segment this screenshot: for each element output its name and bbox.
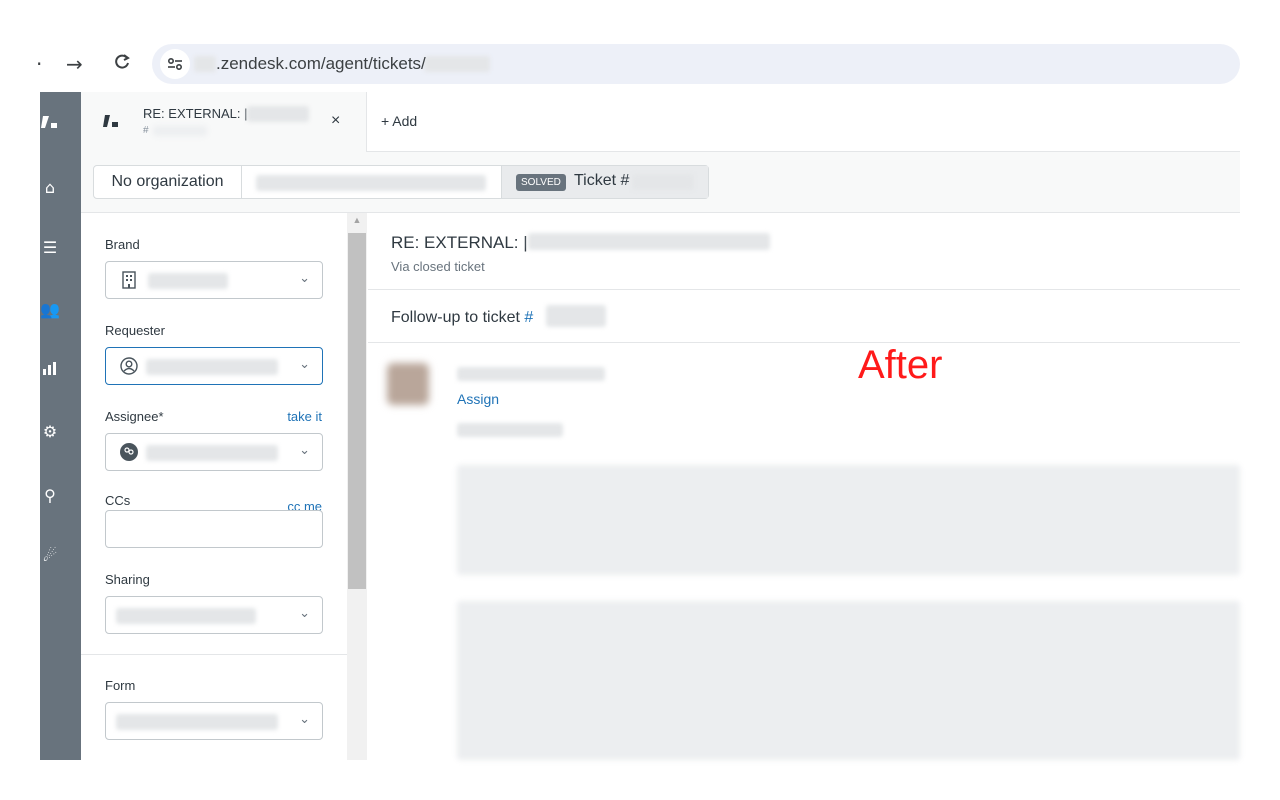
timestamp-redacted: [457, 423, 563, 437]
ticket-number-label: Ticket #: [574, 172, 630, 189]
requester-select[interactable]: ⌄: [105, 347, 323, 385]
assign-link[interactable]: Assign: [457, 391, 499, 407]
group-glyph: [124, 447, 134, 455]
chevron-down-icon: ⌄: [299, 606, 310, 621]
ticket-tab[interactable]: RE: EXTERNAL: | # ×: [81, 92, 367, 152]
scrollbar-thumb[interactable]: [348, 233, 366, 589]
brand-select[interactable]: ⌄: [105, 261, 323, 299]
workspace-tabbar: RE: EXTERNAL: | # × + Add: [81, 92, 1240, 152]
reload-glyph: [115, 54, 130, 69]
subject-redacted: [528, 233, 770, 250]
ticket-properties-panel: Brand ⌄ Requester ⌄ Assignee* take it ⌄ …: [81, 213, 367, 760]
reporting-icon[interactable]: [40, 360, 60, 380]
ticket-channel: Via closed ticket: [391, 259, 485, 274]
ticket-tab-icon: [103, 114, 121, 135]
admin-gear-icon[interactable]: ⚙: [40, 422, 60, 441]
handshake-icon[interactable]: ☄: [40, 546, 60, 565]
chevron-down-icon: ⌄: [299, 712, 310, 727]
chevron-down-icon: ⌄: [299, 357, 310, 372]
breadcrumb: No organization SOLVED Ticket #: [93, 165, 709, 199]
form-value-redacted: [116, 714, 278, 730]
section-divider: [81, 654, 347, 655]
breadcrumb-organization[interactable]: No organization: [94, 166, 242, 198]
sharing-select[interactable]: ⌄: [105, 596, 323, 634]
followup-ticket-link[interactable]: #: [524, 309, 533, 326]
assignee-select[interactable]: ⌄: [105, 433, 323, 471]
building-glyph: [122, 271, 136, 289]
ccs-label: CCs: [105, 493, 131, 508]
home-icon[interactable]: ⌂: [40, 178, 60, 197]
message-body-redacted-1: [457, 465, 1240, 575]
requester-value-redacted: [146, 359, 278, 375]
building-icon: [120, 271, 138, 289]
take-it-link[interactable]: take it: [287, 409, 322, 424]
requester-label: Requester: [105, 323, 165, 338]
tab-number-redacted: [153, 126, 207, 136]
customers-icon[interactable]: 👥: [40, 300, 60, 319]
zendesk-logo-icon[interactable]: [40, 114, 60, 136]
ticket-tab-number: #: [143, 125, 149, 136]
chevron-down-icon: ⌄: [299, 271, 310, 286]
views-icon[interactable]: ☰: [40, 238, 60, 257]
followup-text: Follow-up to ticket: [391, 309, 525, 326]
back-icon[interactable]: ·: [36, 52, 42, 76]
after-annotation: After: [858, 343, 943, 387]
browser-toolbar: · → .zendesk.com/agent/tickets/: [0, 0, 1280, 92]
url-text: .zendesk.com/agent/tickets/: [216, 54, 426, 73]
ticket-tab-title: RE: EXTERNAL: |: [143, 106, 248, 121]
tab-title-redacted: [247, 106, 309, 122]
tune-icon[interactable]: [160, 49, 190, 79]
breadcrumb-ticket[interactable]: SOLVED Ticket #: [502, 166, 708, 198]
ticket-context-bar: No organization SOLVED Ticket #: [81, 152, 1240, 213]
tab-logo-glyph: [103, 115, 118, 127]
app-rail: ⌂ ☰ 👥 ⚙ ⚲ ☄: [40, 92, 81, 760]
sharing-label: Sharing: [105, 572, 150, 587]
ticket-subject: RE: EXTERNAL: |: [391, 233, 528, 252]
message-body-redacted-2: [457, 601, 1240, 760]
ticket-number-redacted: [632, 174, 694, 190]
url-redacted-suffix: [424, 56, 490, 72]
divider: [368, 289, 1240, 290]
status-badge: SOLVED: [516, 174, 566, 191]
search-icon[interactable]: ⚲: [40, 486, 60, 505]
ccs-input[interactable]: [105, 510, 323, 548]
requester-redacted: [256, 175, 486, 191]
sharing-value-redacted: [116, 608, 256, 624]
followup-notice: Follow-up to ticket #: [391, 309, 533, 327]
user-circle-icon: [120, 357, 138, 375]
logo-glyph: [41, 116, 57, 128]
conversation-pane: RE: EXTERNAL: | Via closed ticket Follow…: [368, 213, 1240, 760]
group-avatar-icon: [120, 443, 138, 461]
scroll-up-arrow-icon[interactable]: ▲: [347, 215, 367, 225]
forward-icon[interactable]: →: [66, 52, 83, 76]
add-tab-button[interactable]: + Add: [381, 113, 417, 129]
chevron-down-icon: ⌄: [299, 443, 310, 458]
divider: [368, 342, 1240, 343]
close-tab-icon[interactable]: ×: [331, 112, 340, 130]
user-circle-glyph: [120, 357, 138, 375]
avatar[interactable]: [387, 363, 429, 405]
form-select[interactable]: ⌄: [105, 702, 323, 740]
form-label: Form: [105, 678, 136, 693]
url-redacted-prefix: [194, 56, 216, 72]
assignee-value-redacted: [146, 445, 278, 461]
brand-value-redacted: [148, 273, 228, 289]
author-name-redacted: [457, 367, 605, 381]
reload-icon[interactable]: [113, 52, 131, 76]
breadcrumb-requester[interactable]: [242, 166, 502, 198]
assignee-label: Assignee*: [105, 409, 164, 424]
followup-ticket-redacted: [546, 305, 606, 327]
bars-glyph: [43, 362, 56, 375]
brand-label: Brand: [105, 237, 140, 252]
site-settings-glyph: [167, 57, 183, 71]
